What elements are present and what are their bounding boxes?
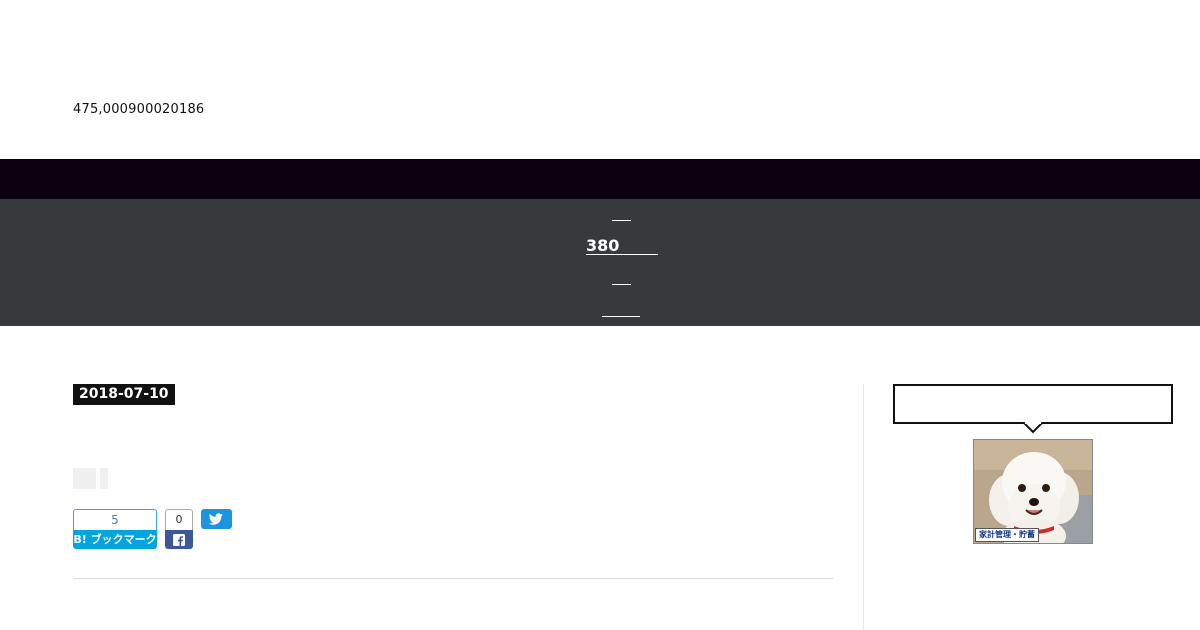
nav-link-3[interactable] [612, 282, 631, 285]
nav-link-4[interactable] [602, 314, 640, 317]
nav-link-1[interactable] [612, 218, 631, 221]
facebook-icon [173, 534, 185, 546]
profile-dog-photo[interactable]: 家計管理・貯蓄 [973, 439, 1093, 544]
speech-bubble [893, 384, 1173, 424]
twitter-share-button[interactable] [201, 509, 232, 529]
hatena-label: B! ブックマーク [73, 530, 157, 549]
facebook-count: 0 [165, 509, 193, 530]
post-placeholder-bar [100, 468, 108, 489]
post-date-badge: 2018-07-10 [73, 384, 175, 405]
twitter-icon [209, 513, 223, 525]
site-id-text: 475,000900020186 [73, 102, 205, 117]
top-band [0, 159, 1200, 199]
facebook-share-button[interactable]: 0 [165, 509, 193, 549]
dog-photo-caption: 家計管理・貯蓄 [975, 528, 1039, 542]
post-divider [73, 578, 833, 579]
nav-link-main[interactable]: 380 [586, 236, 658, 255]
global-nav [0, 199, 1200, 326]
post-placeholder-block [73, 468, 96, 489]
speech-bubble-tail [1023, 422, 1043, 434]
hatena-bookmark-button[interactable]: 5 B! ブックマーク [73, 509, 157, 549]
hatena-count: 5 [73, 509, 157, 530]
facebook-button-face [165, 530, 193, 549]
sidebar-border [863, 384, 864, 630]
site-header: 475,000900020186 [0, 0, 1200, 159]
